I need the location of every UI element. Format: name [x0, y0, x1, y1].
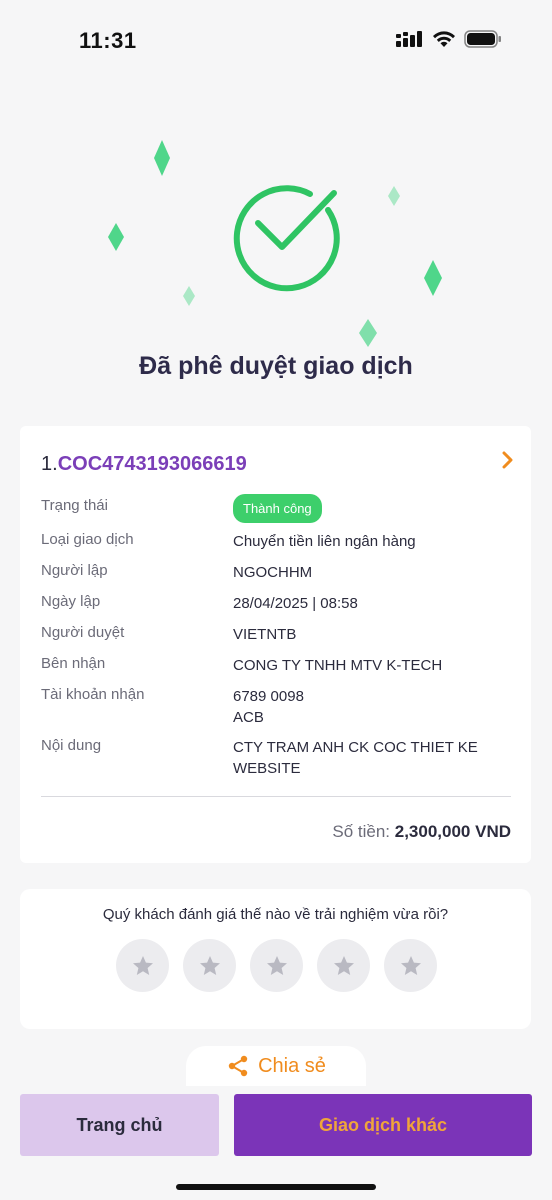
row-value: CONG TY TNHH MTV K-TECH — [233, 657, 443, 674]
star-icon — [333, 955, 354, 975]
status-bar: 11:31 — [0, 0, 552, 82]
star-button-4[interactable] — [317, 939, 370, 992]
row-value: NGOCHHM — [233, 564, 313, 581]
bank-name: ACB — [233, 709, 264, 726]
account-number: 6789 0098 — [233, 688, 304, 705]
rating-card: Quý khách đánh giá thế nào về trải nghiệ… — [20, 889, 531, 1029]
battery-icon — [464, 30, 501, 48]
divider — [41, 796, 511, 797]
star-button-5[interactable] — [384, 939, 437, 992]
row-label: Bên nhận — [41, 655, 106, 672]
home-button[interactable]: Trang chủ — [20, 1094, 219, 1156]
row-label: Người duyệt — [41, 624, 125, 641]
row-value: 28/04/2025 | 08:58 — [233, 595, 358, 612]
share-button[interactable]: Chia sẻ — [186, 1046, 366, 1086]
share-label: Chia sẻ — [258, 1054, 326, 1077]
amount-label: Số tiền: — [332, 822, 391, 841]
row-label: Ngày lập — [41, 593, 101, 610]
wifi-icon — [433, 31, 455, 47]
chevron-right-icon[interactable] — [501, 450, 515, 470]
row-value: Chuyển tiền liên ngân hàng — [233, 533, 416, 550]
star-icon — [132, 955, 153, 975]
star-button-3[interactable] — [250, 939, 303, 992]
row-label: Trạng thái — [41, 497, 108, 514]
status-time: 11:31 — [79, 28, 137, 53]
other-transaction-button[interactable]: Giao dịch khác — [234, 1094, 532, 1156]
star-button-1[interactable] — [116, 939, 169, 992]
amount: Số tiền: 2,300,000 VND — [332, 822, 511, 842]
page-title: Đã phê duyệt giao dịch — [139, 352, 413, 380]
transaction-card[interactable]: 1.COC4743193066619 Trạng thái Thành công… — [20, 426, 531, 863]
cellular-signal-icon — [396, 31, 422, 47]
status-icons — [396, 30, 502, 48]
share-icon — [228, 1055, 248, 1077]
row-label: Nội dung — [41, 737, 102, 754]
check-circle-icon — [233, 185, 340, 292]
amount-value: 2,300,000 VND — [394, 822, 511, 841]
status-badge: Thành công — [233, 494, 322, 523]
star-rating — [116, 939, 437, 992]
star-icon — [199, 955, 220, 975]
home-indicator — [176, 1184, 376, 1190]
star-icon — [400, 955, 421, 975]
transaction-id[interactable]: 1.COC4743193066619 — [41, 453, 247, 476]
row-label: Người lập — [41, 562, 108, 579]
row-label: Loại giao dịch — [41, 531, 134, 548]
row-value: CTY TRAM ANH CK COC THIET KE WEBSITE — [233, 739, 478, 777]
row-value: VIETNTB — [233, 626, 297, 643]
rating-question: Quý khách đánh giá thế nào về trải nghiệ… — [102, 906, 449, 923]
star-button-2[interactable] — [183, 939, 236, 992]
star-icon — [266, 955, 287, 975]
row-label: Tài khoản nhận — [41, 686, 145, 703]
